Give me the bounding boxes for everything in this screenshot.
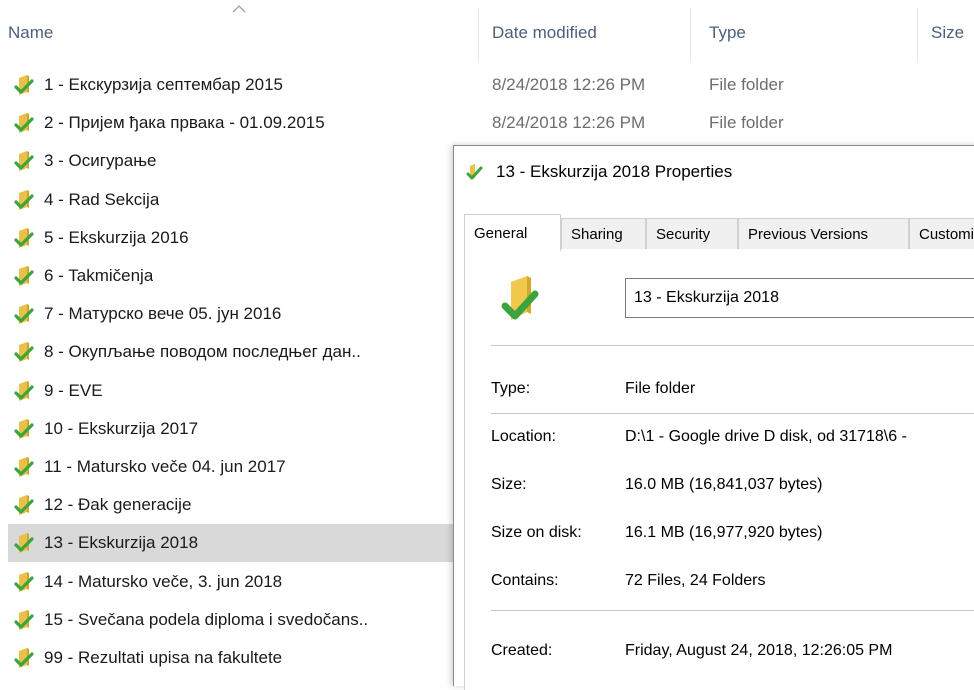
list-item[interactable]: 9 - EVE	[8, 372, 453, 410]
created-value: Friday, August 24, 2018, 12:26:05 PM	[625, 642, 893, 659]
tab-customize-label: Customize	[919, 225, 974, 243]
list-item[interactable]: 14 - Matursko veče, 3. jun 2018	[8, 563, 453, 601]
general-tab-panel: Type: File folder Location: D:\1 - Googl…	[464, 250, 974, 690]
type-label: Type:	[491, 380, 531, 397]
dialog-title-bar[interactable]: 13 - Ekskurzija 2018 Properties	[454, 146, 974, 198]
file-name: 6 - Takmičenja	[44, 266, 154, 285]
column-header-name-label: Name	[8, 23, 54, 42]
list-item[interactable]: 11 - Matursko veče 04. jun 2017	[8, 448, 453, 486]
folder-sync-check-icon	[14, 495, 34, 515]
column-header-date-modified[interactable]: Date modified	[492, 0, 692, 66]
size-label: Size:	[491, 476, 527, 493]
size-value: 16.0 MB (16,841,037 bytes)	[625, 476, 823, 493]
file-date-modified: 8/24/2018 12:26 PM	[492, 113, 646, 132]
created-label: Created:	[491, 642, 553, 659]
file-date-modified: 8/24/2018 12:26 PM	[492, 75, 646, 94]
tab-security-label: Security	[656, 225, 711, 243]
file-name: 4 - Rad Sekcija	[44, 190, 160, 209]
folder-sync-check-icon	[14, 533, 34, 553]
folder-sync-check-icon	[14, 419, 34, 439]
tab-strip: General Sharing Security Previous Versio…	[464, 214, 974, 251]
file-name: 5 - Ekskurzija 2016	[44, 228, 189, 247]
file-name: 14 - Matursko veče, 3. jun 2018	[44, 572, 283, 591]
folder-sync-check-icon	[14, 266, 34, 286]
list-item[interactable]: 15 - Svečana podela diploma i svedočans.…	[8, 601, 453, 639]
location-label: Location:	[491, 428, 556, 445]
file-name: 8 - Окупљање поводом последњег дан..	[44, 342, 361, 361]
type-value: File folder	[625, 380, 696, 397]
tab-previous-versions-label: Previous Versions	[748, 225, 869, 243]
folder-sync-check-icon	[14, 457, 34, 477]
list-item[interactable]: 8 - Окупљање поводом последњег дан..	[8, 333, 453, 371]
folder-name-input[interactable]	[625, 278, 974, 318]
dialog-title: 13 - Ekskurzija 2018 Properties	[496, 162, 733, 181]
column-separator[interactable]	[690, 8, 691, 62]
column-separator[interactable]	[917, 8, 918, 62]
file-name: 10 - Ekskurzija 2017	[44, 419, 199, 438]
folder-sync-check-icon	[14, 381, 34, 401]
tab-sharing[interactable]: Sharing	[561, 218, 646, 249]
divider	[491, 345, 974, 346]
folder-sync-check-icon	[14, 610, 34, 630]
list-item[interactable]: 10 - Ekskurzija 2017	[8, 410, 453, 448]
column-header-date-label: Date modified	[492, 23, 597, 42]
list-item[interactable]: 12 - Đak generacije	[8, 486, 453, 524]
column-header-type-label: Type	[709, 23, 746, 42]
list-item[interactable]: 6 - Takmičenja	[8, 257, 453, 295]
column-header-name[interactable]: Name	[8, 0, 478, 66]
list-item[interactable]: 7 - Матурско вече 05. јун 2016	[8, 295, 453, 333]
file-name: 11 - Matursko veče 04. jun 2017	[44, 457, 286, 476]
folder-sync-check-icon	[14, 75, 34, 95]
list-item[interactable]: 99 - Rezultati upisa na fakultete	[8, 639, 453, 677]
folder-sync-check-icon	[14, 648, 34, 668]
divider	[491, 413, 974, 414]
contains-label: Contains:	[491, 572, 559, 589]
list-item[interactable]: 13 - Ekskurzija 2018	[8, 524, 453, 562]
properties-dialog: 13 - Ekskurzija 2018 Properties General …	[453, 145, 974, 690]
tab-sharing-label: Sharing	[571, 225, 623, 243]
list-item[interactable]: 3 - Осигурање	[8, 142, 453, 180]
tab-security[interactable]: Security	[646, 218, 738, 249]
contains-value: 72 Files, 24 Folders	[625, 572, 766, 589]
file-name: 13 - Ekskurzija 2018	[44, 533, 199, 552]
folder-sync-check-icon	[14, 304, 34, 324]
file-name: 1 - Екскурзија септембар 2015	[44, 75, 283, 94]
list-item[interactable]: 2 - Пријем ђака првака - 01.09.2015	[8, 104, 453, 142]
file-name: 15 - Svečana podela diploma i svedočans.…	[44, 610, 369, 629]
file-name: 12 - Đak generacije	[44, 495, 192, 514]
list-item[interactable]: 4 - Rad Sekcija	[8, 181, 453, 219]
folder-sync-check-icon	[501, 276, 539, 320]
file-name: 7 - Матурско вече 05. јун 2016	[44, 304, 282, 323]
size-on-disk-label: Size on disk:	[491, 524, 582, 541]
folder-sync-check-icon	[14, 113, 34, 133]
tab-general-label: General	[474, 224, 528, 242]
divider	[491, 610, 974, 611]
size-on-disk-value: 16.1 MB (16,977,920 bytes)	[625, 524, 823, 541]
tab-previous-versions[interactable]: Previous Versions	[738, 218, 909, 249]
location-value[interactable]: D:\1 - Google drive D disk, od 31718\6 -	[625, 428, 907, 446]
folder-sync-check-icon	[466, 164, 483, 180]
file-name: 2 - Пријем ђака првака - 01.09.2015	[44, 113, 325, 132]
folder-sync-check-icon	[14, 151, 34, 171]
list-item[interactable]: 1 - Екскурзија септембар 2015	[8, 66, 453, 104]
column-separator[interactable]	[478, 8, 479, 62]
column-header-size[interactable]: Size	[931, 0, 974, 66]
tab-customize[interactable]: Customize	[909, 218, 974, 249]
folder-sync-check-icon	[14, 342, 34, 362]
column-header-size-label: Size	[931, 23, 965, 42]
list-item[interactable]: 5 - Ekskurzija 2016	[8, 219, 453, 257]
file-type: File folder	[709, 113, 784, 132]
folder-sync-check-icon	[14, 190, 34, 210]
file-name: 3 - Осигурање	[44, 151, 157, 170]
file-name: 9 - EVE	[44, 381, 103, 400]
file-type: File folder	[709, 75, 784, 94]
column-header-type[interactable]: Type	[709, 0, 909, 66]
folder-sync-check-icon	[14, 572, 34, 592]
tab-general[interactable]: General	[464, 214, 561, 251]
folder-sync-check-icon	[14, 228, 34, 248]
file-name: 99 - Rezultati upisa na fakultete	[44, 648, 283, 667]
